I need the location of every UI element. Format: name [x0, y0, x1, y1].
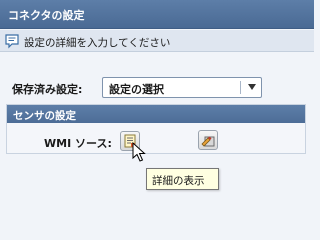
tooltip-text: 詳細の表示	[152, 175, 205, 187]
saved-settings-label: 保存済み設定:	[12, 83, 83, 96]
edit-icon	[201, 136, 215, 147]
info-text: 設定の詳細を入力してください	[24, 37, 171, 49]
select-divider	[240, 81, 241, 94]
chevron-down-icon[interactable]	[248, 84, 256, 90]
wmi-source-label: WMI ソース:	[44, 137, 112, 150]
sensor-settings-title: センサの設定	[13, 110, 76, 122]
sensor-settings-header: センサの設定	[7, 105, 305, 123]
saved-settings-select[interactable]: 設定の選択	[102, 77, 262, 98]
mouse-cursor-icon	[132, 141, 148, 164]
info-bar: 設定の詳細を入力してください	[0, 30, 314, 52]
window-title: コネクタの設定	[8, 9, 85, 22]
tooltip: 詳細の表示	[146, 168, 219, 190]
info-note-icon	[4, 33, 20, 49]
window-titlebar: コネクタの設定	[0, 0, 314, 29]
edit-source-button[interactable]	[198, 130, 218, 150]
saved-settings-value: 設定の選択	[109, 83, 164, 96]
